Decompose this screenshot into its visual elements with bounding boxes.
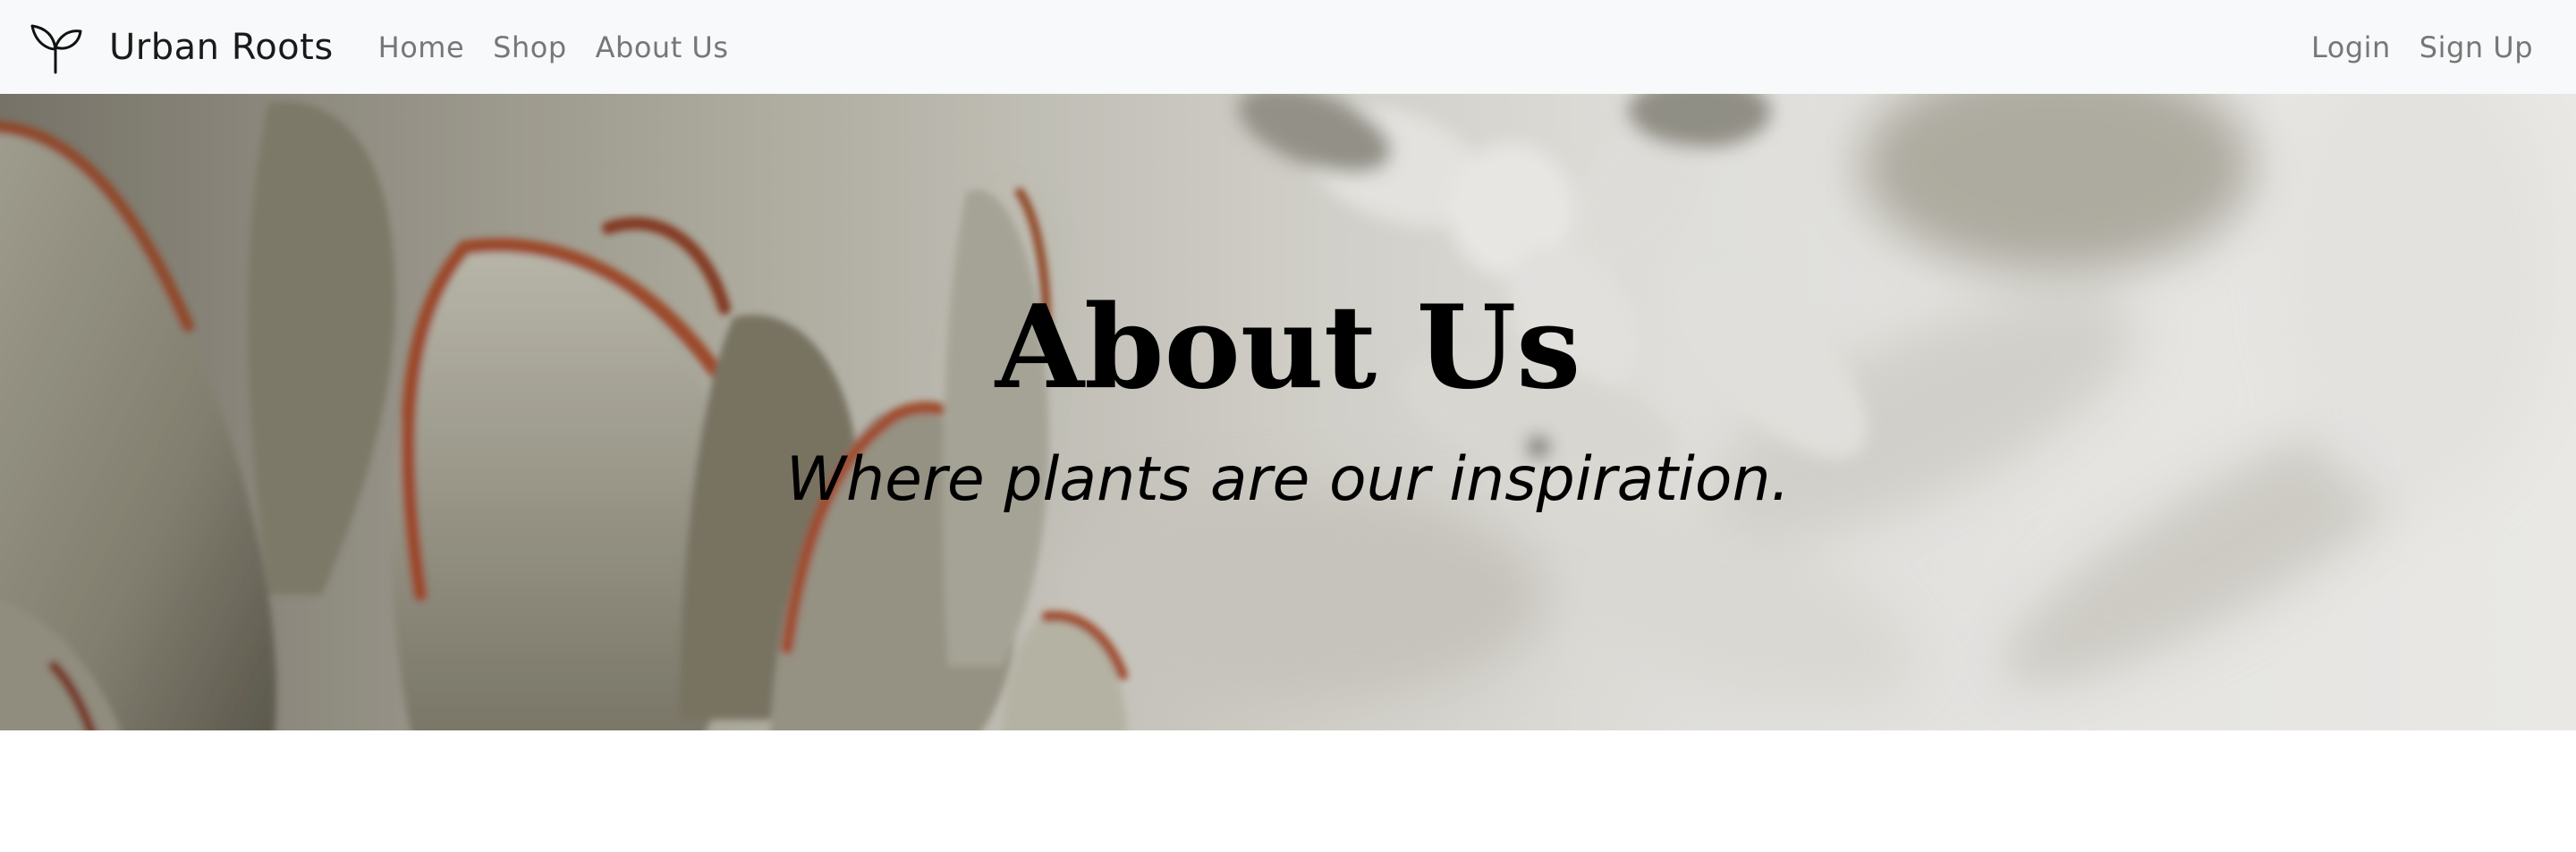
top-navbar: Urban Roots Home Shop About Us Login Sig… (0, 0, 2576, 94)
hero-subtitle: Where plants are our inspiration. (785, 444, 1791, 515)
nav-link-home[interactable]: Home (364, 30, 479, 64)
hero-banner: About Us Where plants are our inspiratio… (0, 94, 2576, 730)
signup-link[interactable]: Sign Up (2405, 30, 2547, 64)
login-link[interactable]: Login (2297, 30, 2405, 64)
main-nav: Home Shop About Us (364, 30, 743, 64)
brand-link[interactable]: Urban Roots (29, 21, 334, 74)
nav-link-shop[interactable]: Shop (479, 30, 580, 64)
nav-link-about-us[interactable]: About Us (581, 30, 743, 64)
sprout-icon (29, 21, 82, 74)
auth-nav: Login Sign Up (2297, 30, 2547, 64)
brand-name: Urban Roots (109, 26, 334, 68)
hero-title: About Us (995, 281, 1581, 415)
